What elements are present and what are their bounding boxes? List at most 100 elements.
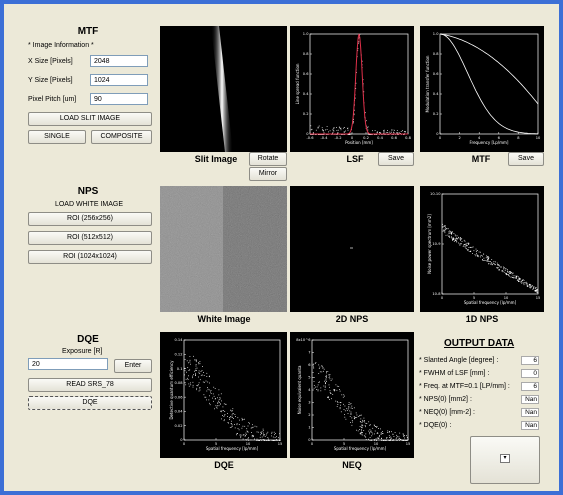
- neq-data-point: [326, 381, 327, 382]
- dqe-data-point: [243, 434, 245, 436]
- x-size-input[interactable]: 2048: [90, 55, 148, 67]
- y-axis-label: Detective quantum efficiency: [169, 360, 174, 420]
- nps-data-point: [462, 246, 464, 247]
- pixel-pitch-input[interactable]: 90: [90, 93, 148, 105]
- neq-data-point: [360, 429, 362, 431]
- dqe-data-point: [199, 363, 201, 365]
- neq-data-point: [327, 371, 329, 372]
- dqe-data-point: [209, 382, 210, 384]
- dqe-data-point: [196, 385, 198, 386]
- lsf-data-point: [326, 129, 328, 130]
- nps-data-point: [530, 286, 532, 287]
- dqe-data-point: [196, 387, 198, 389]
- y-tick-label: 0.08: [174, 381, 183, 385]
- neq-data-point: [347, 413, 349, 414]
- neq-data-point: [340, 402, 342, 403]
- dqe-data-point: [240, 436, 242, 437]
- neq-data-point: [328, 374, 330, 376]
- dqe-data-point: [192, 386, 194, 388]
- roi-256-button[interactable]: ROI (256x256): [28, 212, 152, 226]
- load-white-image-label[interactable]: LOAD WHITE IMAGE: [34, 201, 144, 208]
- load-slit-image-button[interactable]: LOAD SLIT IMAGE: [28, 112, 152, 126]
- dqe-data-point: [221, 418, 222, 420]
- lsf-save-button[interactable]: Save: [378, 152, 414, 166]
- neq-data-point: [339, 407, 341, 408]
- neq-data-point: [376, 432, 378, 434]
- lsf-data-point: [318, 125, 320, 127]
- nps-data-point: [495, 261, 496, 263]
- nps-data-point: [493, 263, 495, 264]
- output-action-button[interactable]: ▾: [470, 436, 540, 484]
- dqe-data-point: [213, 395, 215, 397]
- dqe-data-point: [224, 414, 225, 416]
- dqe-data-point: [234, 414, 236, 415]
- dqe-data-point: [274, 434, 275, 436]
- nps-data-point: [503, 268, 505, 270]
- nps-data-point: [529, 287, 531, 289]
- dqe-data-point: [260, 439, 262, 441]
- dqe-data-point: [218, 394, 220, 396]
- dqe-data-point: [196, 367, 198, 369]
- x-tick-label: 0: [439, 136, 442, 140]
- rotate-button[interactable]: Rotate: [249, 152, 287, 166]
- dqe-data-point: [221, 411, 222, 413]
- neq-data-point: [374, 440, 375, 441]
- neq-data-point: [359, 429, 360, 430]
- roi-1024-button[interactable]: ROI (1024x1024): [28, 250, 152, 264]
- dqe-data-point: [248, 437, 249, 439]
- nps-data-point: [466, 249, 468, 250]
- mirror-button[interactable]: Mirror: [249, 167, 287, 181]
- nps-data-point: [482, 259, 483, 260]
- nps-data-point: [460, 239, 461, 241]
- dqe-data-point: [241, 417, 243, 419]
- nps-data-point: [478, 256, 480, 258]
- neq-data-point: [369, 424, 370, 426]
- dqe-data-point: [245, 434, 247, 435]
- nps-data-point: [455, 238, 456, 240]
- lsf-data-point: [383, 129, 385, 131]
- neq-data-point: [387, 430, 389, 432]
- single-button[interactable]: SINGLE: [28, 130, 86, 144]
- nps-1d-plot-panel: 0 5 10 15 10-8 10-9 10-10 Spatial frequency [lp…: [420, 186, 544, 312]
- dqe-data-point: [252, 426, 254, 428]
- nps-data-point: [448, 235, 450, 237]
- dqe-data-point: [248, 422, 250, 423]
- lsf-data-point: [333, 127, 335, 128]
- nps-data-point: [464, 240, 466, 242]
- lsf-data-point: [311, 128, 313, 130]
- dqe-data-point: [203, 372, 204, 373]
- enter-button[interactable]: Enter: [114, 359, 152, 373]
- lsf-data-point: [343, 132, 345, 133]
- neq-data-point: [396, 436, 398, 438]
- nps-data-point: [516, 277, 517, 279]
- lsf-data-point: [315, 129, 317, 131]
- neq-data-point: [343, 394, 345, 396]
- x-tick-label: 0: [441, 296, 444, 300]
- dqe-data-point: [201, 374, 203, 376]
- composite-button[interactable]: COMPOSITE: [91, 130, 152, 144]
- neq-data-point: [335, 400, 337, 402]
- neq-data-point: [313, 387, 315, 389]
- exposure-input[interactable]: 20: [28, 358, 108, 370]
- nps-data-point: [529, 286, 531, 288]
- nps-data-point: [518, 278, 520, 280]
- nps-data-point: [452, 237, 454, 239]
- nps-1d-plot: 0 5 10 1510-810-910-10Spatial frequency [lp…: [427, 192, 540, 305]
- nps-data-point: [522, 279, 524, 280]
- output-data-title: OUTPUT DATA: [444, 338, 515, 349]
- y-size-input[interactable]: 1024: [90, 74, 148, 86]
- dqe-data-point: [188, 362, 189, 364]
- dqe-compute-button[interactable]: DQE: [28, 396, 152, 410]
- neq-data-point: [403, 435, 405, 437]
- neq-data-point: [344, 395, 345, 397]
- neq-data-point: [390, 438, 391, 440]
- neq-data-point: [373, 439, 375, 440]
- read-srs-button[interactable]: READ SRS_78: [28, 378, 152, 392]
- mtf-save-button[interactable]: Save: [508, 152, 544, 166]
- nps-data-point: [450, 232, 452, 233]
- neq-data-point: [371, 435, 373, 437]
- x-tick-label: -0.6: [306, 136, 314, 140]
- plot-axes-frame: [439, 33, 539, 135]
- roi-512-button[interactable]: ROI (512x512): [28, 231, 152, 245]
- dqe-data-point: [184, 374, 185, 376]
